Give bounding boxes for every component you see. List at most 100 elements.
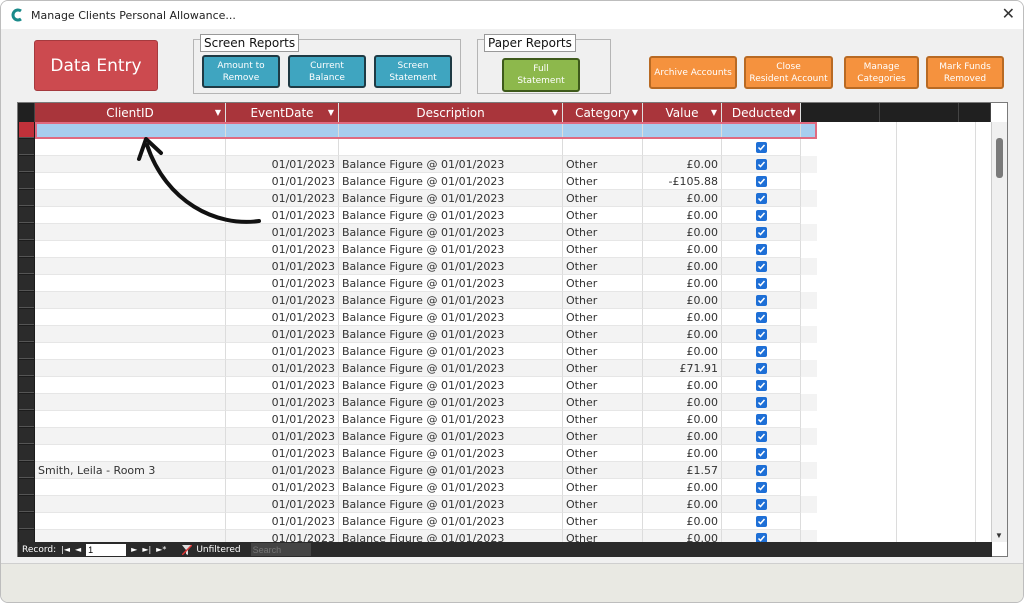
cell-deducted[interactable] [722,122,801,139]
cell-category[interactable]: Other [563,224,643,241]
cell-deducted[interactable] [722,479,801,496]
cell-deducted[interactable] [722,343,801,360]
checkbox-checked-icon[interactable] [755,243,767,255]
cell-description[interactable]: Balance Figure @ 01/01/2023 [339,428,563,445]
record-selector[interactable] [19,513,34,529]
cell-category[interactable]: Other [563,411,643,428]
cell-deducted[interactable] [722,445,801,462]
cell-clientid[interactable] [35,428,226,445]
cell-deducted[interactable] [722,377,801,394]
cell-category[interactable]: Other [563,496,643,513]
vertical-scrollbar[interactable]: ▼ [991,122,1007,542]
checkbox-checked-icon[interactable] [755,175,767,187]
manage-categories-button[interactable]: Manage Categories [844,56,919,89]
checkbox-checked-icon[interactable] [755,141,767,153]
table-row[interactable]: 01/01/2023 Balance Figure @ 01/01/2023 Oth… [35,445,817,462]
checkbox-checked-icon[interactable] [755,192,767,204]
cell-clientid[interactable] [35,479,226,496]
cell-clientid[interactable] [35,292,226,309]
checkbox-checked-icon[interactable] [755,362,767,374]
cell-value[interactable]: £0.00 [643,411,722,428]
cell-clientid[interactable] [35,377,226,394]
last-record-icon[interactable]: ►| [142,545,151,554]
cell-category[interactable]: Other [563,207,643,224]
cell-value[interactable]: £0.00 [643,496,722,513]
cell-category[interactable]: Other [563,360,643,377]
table-row[interactable]: 01/01/2023 Balance Figure @ 01/01/2023 Oth… [35,360,817,377]
cell-deducted[interactable] [722,513,801,530]
cell-category[interactable]: Other [563,479,643,496]
cell-deducted[interactable] [722,292,801,309]
cell-description[interactable] [339,139,563,156]
cell-eventdate[interactable]: 01/01/2023 [226,275,339,292]
table-row[interactable]: 01/01/2023 Balance Figure @ 01/01/2023 Oth… [35,394,817,411]
column-header-deducted[interactable]: Deducted ▼ [722,103,801,122]
cell-value[interactable] [643,139,722,156]
cell-eventdate[interactable]: 01/01/2023 [226,292,339,309]
table-row[interactable]: 01/01/2023 Balance Figure @ 01/01/2023 Oth… [35,343,817,360]
close-icon[interactable]: ✕ [1002,4,1015,23]
screen-statement-button[interactable]: Screen Statement [374,55,452,88]
cell-deducted[interactable] [722,275,801,292]
record-selector[interactable] [19,394,34,410]
checkbox-checked-icon[interactable] [755,481,767,493]
cell-eventdate[interactable]: 01/01/2023 [226,241,339,258]
current-balance-button[interactable]: Current Balance [288,55,366,88]
cell-description[interactable]: Balance Figure @ 01/01/2023 [339,309,563,326]
checkbox-checked-icon[interactable] [755,413,767,425]
cell-description[interactable]: Balance Figure @ 01/01/2023 [339,173,563,190]
checkbox-checked-icon[interactable] [755,328,767,340]
column-header-category[interactable]: Category ▼ [563,103,643,122]
cell-value[interactable]: £0.00 [643,479,722,496]
cell-deducted[interactable] [722,139,801,156]
cell-description[interactable]: Balance Figure @ 01/01/2023 [339,156,563,173]
cell-deducted[interactable] [722,258,801,275]
cell-category[interactable]: Other [563,343,643,360]
cell-eventdate[interactable]: 01/01/2023 [226,377,339,394]
cell-description[interactable]: Balance Figure @ 01/01/2023 [339,207,563,224]
cell-deducted[interactable] [722,326,801,343]
cell-clientid[interactable] [35,445,226,462]
record-selector[interactable] [19,190,34,206]
column-header-value[interactable]: Value ▼ [643,103,722,122]
cell-value[interactable]: -£105.88 [643,173,722,190]
record-selector[interactable] [19,496,34,512]
cell-eventdate[interactable]: 01/01/2023 [226,394,339,411]
cell-clientid[interactable] [35,530,226,542]
cell-value[interactable]: £0.00 [643,258,722,275]
checkbox-checked-icon[interactable] [755,532,767,542]
cell-description[interactable]: Balance Figure @ 01/01/2023 [339,224,563,241]
cell-description[interactable]: Balance Figure @ 01/01/2023 [339,241,563,258]
cell-category[interactable]: Other [563,156,643,173]
checkbox-checked-icon[interactable] [755,379,767,391]
cell-clientid[interactable] [35,360,226,377]
search-input[interactable] [250,543,311,556]
data-entry-button[interactable]: Data Entry [34,40,158,91]
cell-clientid[interactable] [35,309,226,326]
checkbox-checked-icon[interactable] [755,447,767,459]
table-row[interactable]: 01/01/2023 Balance Figure @ 01/01/2023 Oth… [35,479,817,496]
cell-clientid[interactable] [35,496,226,513]
table-row[interactable]: 01/01/2023 Balance Figure @ 01/01/2023 Oth… [35,275,817,292]
cell-description[interactable]: Balance Figure @ 01/01/2023 [339,377,563,394]
record-selector[interactable] [19,428,34,444]
previous-record-icon[interactable]: ◄ [75,545,81,554]
cell-eventdate[interactable]: 01/01/2023 [226,530,339,542]
cell-description[interactable] [339,122,563,139]
record-selector[interactable] [19,343,34,359]
new-record-icon[interactable]: ►* [156,545,166,554]
cell-description[interactable]: Balance Figure @ 01/01/2023 [339,394,563,411]
cell-eventdate[interactable]: 01/01/2023 [226,343,339,360]
cell-eventdate[interactable]: 01/01/2023 [226,479,339,496]
close-resident-account-button[interactable]: Close Resident Account [744,56,833,89]
cell-value[interactable]: £0.00 [643,292,722,309]
cell-category[interactable]: Other [563,530,643,542]
checkbox-checked-icon[interactable] [755,396,767,408]
cell-value[interactable]: £0.00 [643,513,722,530]
cell-deducted[interactable] [722,173,801,190]
cell-eventdate[interactable]: 01/01/2023 [226,462,339,479]
cell-eventdate[interactable]: 01/01/2023 [226,496,339,513]
cell-category[interactable]: Other [563,428,643,445]
cell-value[interactable]: £0.00 [643,326,722,343]
cell-description[interactable]: Balance Figure @ 01/01/2023 [339,292,563,309]
